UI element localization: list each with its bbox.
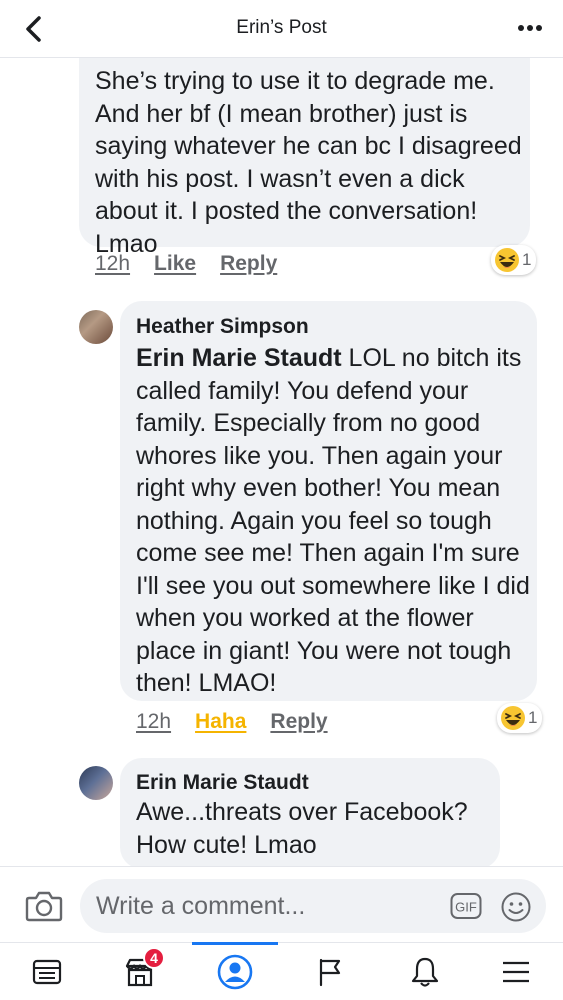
haha-emoji-icon xyxy=(495,248,519,272)
gif-button[interactable]: GIF xyxy=(450,892,482,920)
comment-actions: 12h Haha Reply xyxy=(136,710,328,734)
tab-news-feed[interactable] xyxy=(25,951,69,993)
tab-profile[interactable] xyxy=(213,951,257,993)
comment-text: Erin Marie Staudt LOL no bitch its calle… xyxy=(136,342,531,700)
reaction-count: 1 xyxy=(522,250,532,269)
emoji-button[interactable] xyxy=(500,891,532,923)
tab-menu[interactable] xyxy=(494,951,538,993)
smiley-icon xyxy=(501,892,531,922)
comment-text: She’s trying to use it to degrade me. An… xyxy=(95,67,522,258)
comment-author[interactable]: Erin Marie Staudt xyxy=(136,770,309,796)
avatar[interactable] xyxy=(79,766,113,800)
more-dots-icon xyxy=(518,25,542,31)
gif-label: GIF xyxy=(455,900,477,915)
bell-icon xyxy=(411,957,439,987)
notification-badge: 4 xyxy=(143,947,165,969)
comment-body: LOL no bitch its called family! You defe… xyxy=(136,344,530,697)
comment-timestamp[interactable]: 12h xyxy=(95,252,130,276)
comment-author[interactable]: Heather Simpson xyxy=(136,314,309,340)
reaction-count: 1 xyxy=(528,708,538,727)
more-options-button[interactable] xyxy=(515,16,545,40)
haha-reaction-button[interactable]: Haha xyxy=(195,710,246,734)
reaction-summary[interactable]: 1 xyxy=(491,245,537,275)
comment-text: Awe...threats over Facebook? How cute! L… xyxy=(136,798,468,859)
profile-icon xyxy=(217,954,253,990)
gif-icon: GIF xyxy=(450,893,482,919)
camera-icon xyxy=(25,891,63,922)
comment-bubble[interactable]: Erin Marie Staudt Awe...threats over Fac… xyxy=(120,758,500,866)
reply-button[interactable]: Reply xyxy=(270,710,327,734)
like-button[interactable]: Like xyxy=(154,252,196,276)
tab-notifications[interactable] xyxy=(403,951,447,993)
camera-button[interactable] xyxy=(24,888,64,924)
mention-link[interactable]: Erin Marie Staudt xyxy=(136,344,342,372)
comment-thread[interactable]: She’s trying to use it to degrade me. An… xyxy=(0,58,563,866)
avatar[interactable] xyxy=(79,310,113,344)
haha-emoji-icon xyxy=(501,706,525,730)
reply-button[interactable]: Reply xyxy=(220,252,277,276)
comment-composer: Write a comment... GIF xyxy=(0,866,563,942)
page-title: Erin’s Post xyxy=(236,17,327,38)
news-feed-icon xyxy=(32,959,62,985)
top-bar: Erin’s Post xyxy=(0,0,563,58)
comment-timestamp[interactable]: 12h xyxy=(136,710,171,734)
reaction-summary[interactable]: 1 xyxy=(497,703,543,733)
comment-bubble[interactable]: Heather Simpson Erin Marie Staudt LOL no… xyxy=(120,301,537,701)
active-tab-indicator xyxy=(192,942,278,945)
flag-icon xyxy=(319,958,341,987)
comment-actions: 12h Like Reply xyxy=(95,252,277,276)
comment-input-placeholder: Write a comment... xyxy=(96,892,306,920)
tab-pages[interactable] xyxy=(308,951,352,993)
comment-input[interactable]: Write a comment... GIF xyxy=(80,879,546,933)
bottom-tab-bar: 4 xyxy=(0,942,563,1000)
comment-bubble[interactable]: She’s trying to use it to degrade me. An… xyxy=(79,58,530,258)
menu-icon xyxy=(503,961,529,983)
tab-marketplace[interactable]: 4 xyxy=(118,947,165,993)
